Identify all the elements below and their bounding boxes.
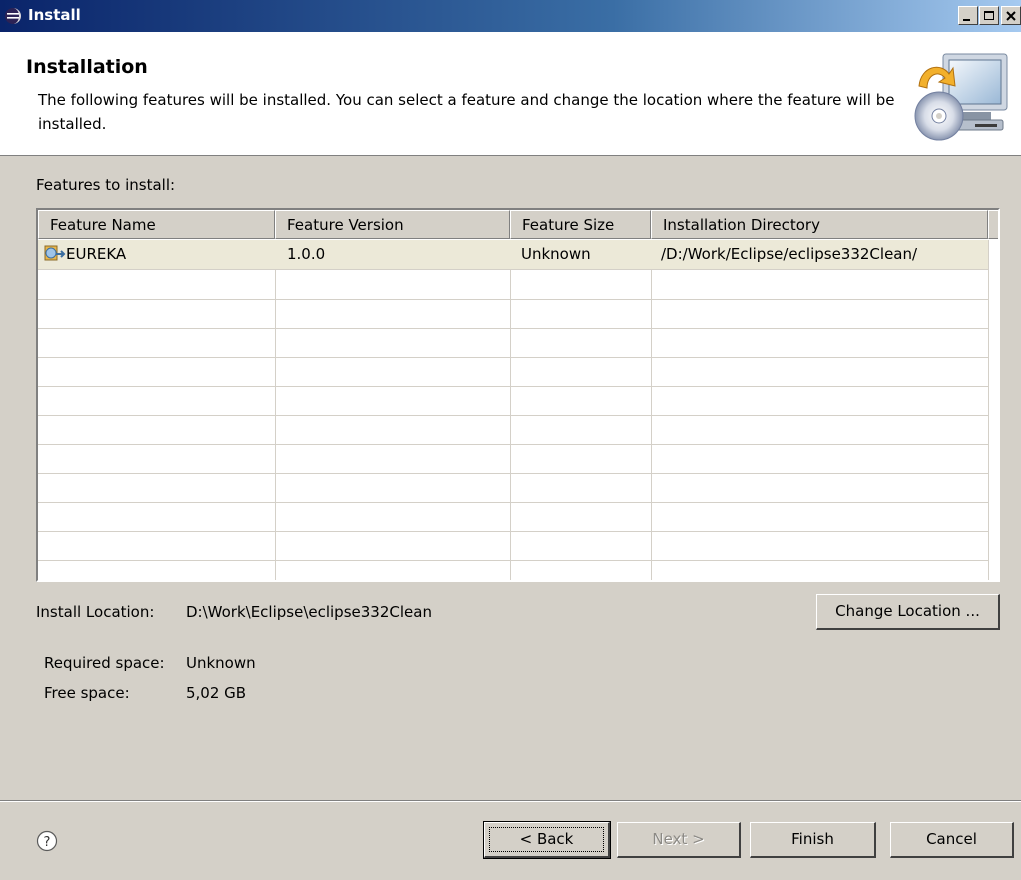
- free-space-label: Free space:: [44, 684, 130, 702]
- table-row-empty: [38, 444, 988, 474]
- page-title: Installation: [26, 56, 148, 78]
- cell-feature-version: 1.0.0: [287, 245, 326, 263]
- change-location-button[interactable]: Change Location ...: [816, 594, 1000, 630]
- help-icon[interactable]: ?: [36, 830, 58, 852]
- table-row[interactable]: EUREKA 1.0.0 Unknown /D:/Work/Eclipse/ec…: [38, 240, 988, 270]
- focus-indicator: [489, 827, 604, 852]
- features-label: Features to install:: [36, 176, 176, 194]
- install-location-value: D:\Work\Eclipse\eclipse332Clean: [186, 603, 432, 621]
- footer-separator: [0, 800, 1021, 802]
- table-row-empty: [38, 415, 988, 445]
- table-row-empty: [38, 386, 988, 416]
- table-header: Feature Name Feature Version Feature Siz…: [38, 210, 998, 240]
- required-space-value: Unknown: [186, 654, 256, 672]
- back-button[interactable]: < Back: [483, 821, 611, 859]
- table-row-empty: [38, 328, 988, 358]
- window-title: Install: [28, 6, 81, 24]
- free-space-value: 5,02 GB: [186, 684, 247, 702]
- column-divider: [988, 240, 989, 580]
- column-header-filler: [988, 210, 998, 239]
- install-location-label: Install Location:: [36, 603, 155, 621]
- header-banner: Installation The following features will…: [0, 32, 1021, 156]
- minimize-button[interactable]: [958, 6, 978, 25]
- finish-button[interactable]: Finish: [750, 822, 876, 858]
- column-header-feature-size[interactable]: Feature Size: [510, 210, 651, 239]
- maximize-button[interactable]: [979, 6, 999, 25]
- column-header-feature-name[interactable]: Feature Name: [38, 210, 275, 239]
- install-dialog: Install Installation The following featu…: [0, 0, 1021, 880]
- cell-installation-directory: /D:/Work/Eclipse/eclipse332Clean/: [661, 245, 918, 263]
- cell-feature-name: EUREKA: [66, 245, 127, 263]
- table-row-empty: [38, 357, 988, 387]
- cancel-button[interactable]: Cancel: [890, 822, 1014, 858]
- page-description: The following features will be installed…: [38, 91, 895, 133]
- close-button[interactable]: [1001, 6, 1021, 25]
- required-space-label: Required space:: [44, 654, 165, 672]
- next-button[interactable]: Next >: [617, 822, 741, 858]
- table-row-empty: [38, 502, 988, 532]
- table-row-empty: [38, 473, 988, 503]
- table-row-empty: [38, 560, 988, 580]
- svg-text:?: ?: [44, 835, 51, 850]
- feature-icon: [44, 245, 66, 261]
- column-header-feature-version[interactable]: Feature Version: [275, 210, 510, 239]
- install-computer-cd-icon: [914, 53, 1008, 141]
- title-bar[interactable]: Install: [0, 0, 1021, 32]
- column-header-installation-directory[interactable]: Installation Directory: [651, 210, 988, 239]
- cell-feature-size: Unknown: [521, 245, 591, 263]
- close-icon: [1006, 11, 1016, 21]
- table-row-empty: [38, 270, 988, 300]
- eclipse-icon: [5, 8, 21, 24]
- minimize-icon: [963, 19, 970, 21]
- features-table[interactable]: Feature Name Feature Version Feature Siz…: [36, 208, 1000, 582]
- table-row-empty: [38, 299, 988, 329]
- table-row-empty: [38, 531, 988, 561]
- maximize-icon: [984, 11, 994, 20]
